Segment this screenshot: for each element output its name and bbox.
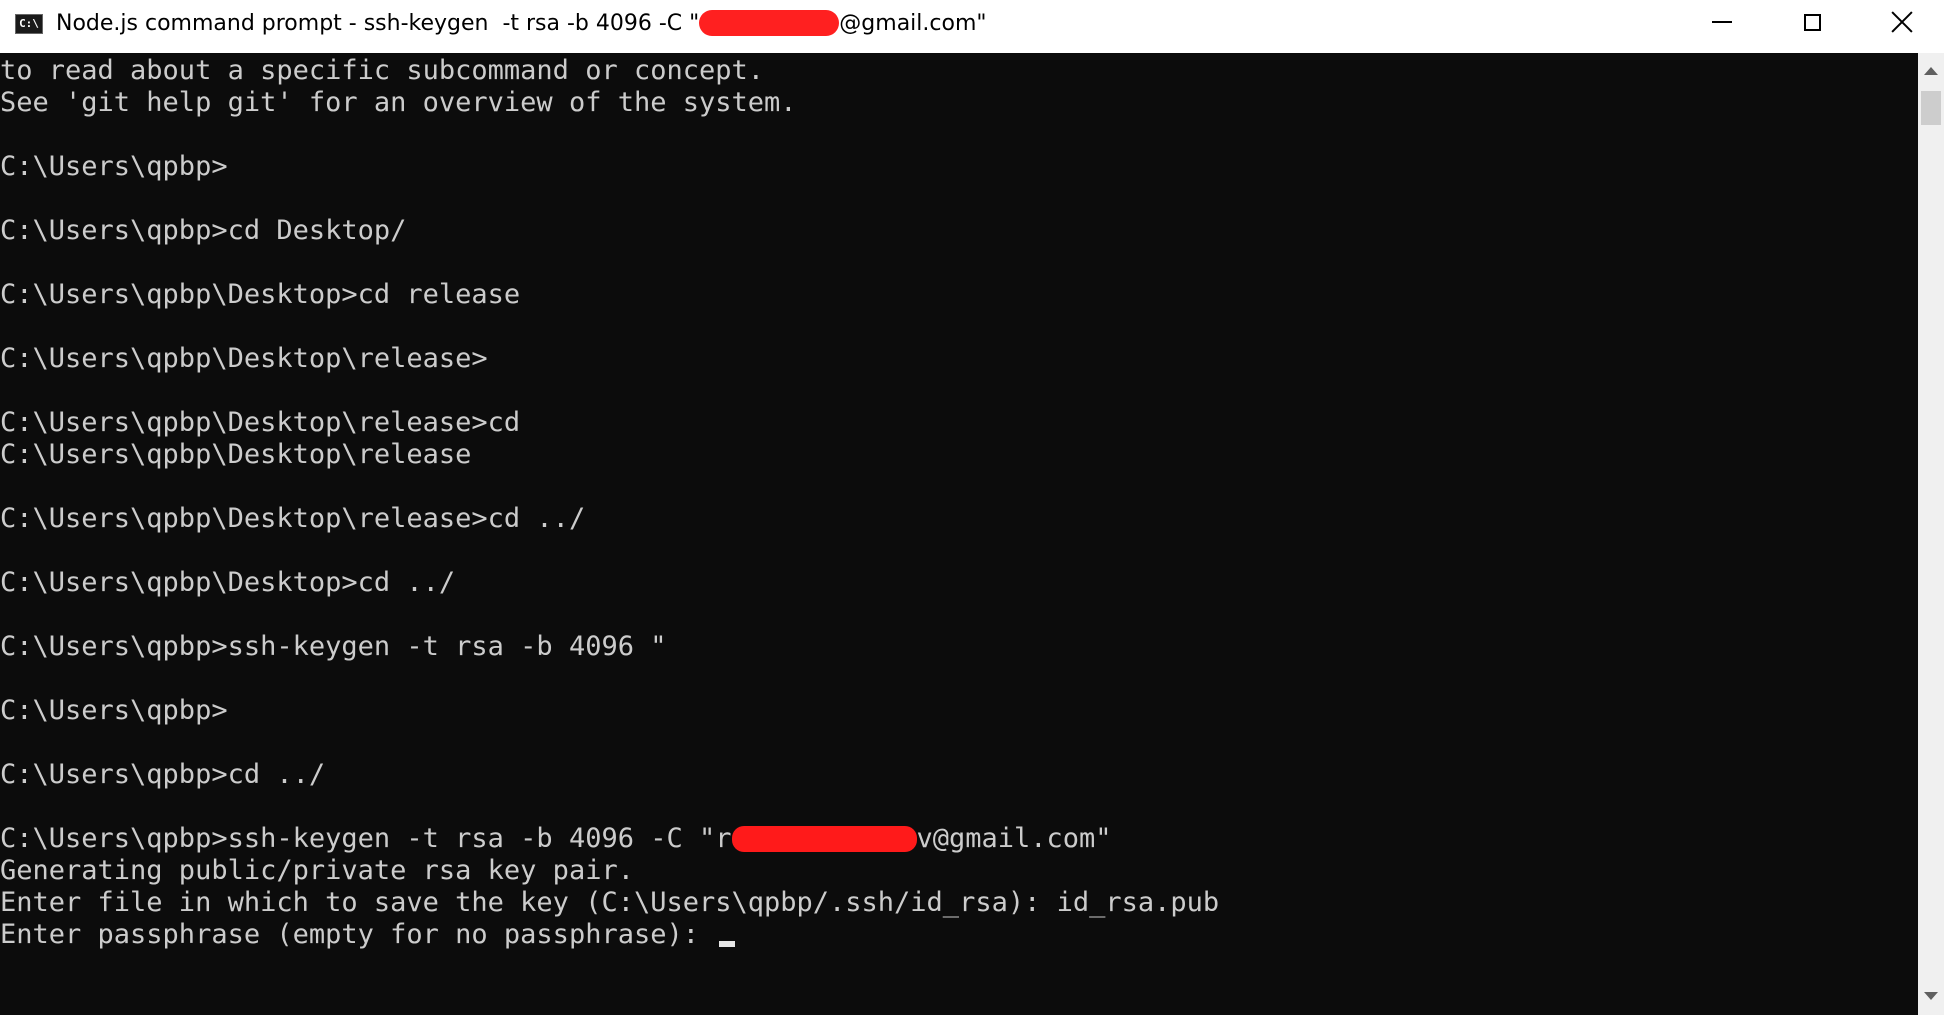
console-line: C:\Users\qpbp\Desktop>cd ../ <box>0 567 456 598</box>
arrow-down-icon <box>1924 992 1938 1000</box>
arrow-up-icon <box>1924 67 1938 75</box>
title-bar[interactable]: C:\ Node.js command prompt - ssh-keygen … <box>0 0 1944 53</box>
keygen-command-suffix: v@gmail.com" <box>916 823 1112 854</box>
console-line: C:\Users\qpbp\Desktop>cd release <box>0 279 521 310</box>
console-line: See 'git help git' for an overview of th… <box>0 87 797 118</box>
passphrase-prompt-line[interactable]: Enter passphrase (empty for no passphras… <box>0 919 736 951</box>
console-line: C:\Users\qpbp\Desktop\release> <box>0 343 488 374</box>
vertical-scrollbar[interactable] <box>1918 53 1944 1015</box>
minimize-button[interactable] <box>1677 0 1767 44</box>
close-icon <box>1891 11 1913 33</box>
console-line: C:\Users\qpbp\Desktop\release>cd ../ <box>0 503 586 534</box>
console-line-keygen: C:\Users\qpbp>ssh-keygen -t rsa -b 4096 … <box>0 823 1112 855</box>
console-line: to read about a specific subcommand or c… <box>0 55 765 86</box>
maximize-button[interactable] <box>1767 0 1857 44</box>
console-line: C:\Users\qpbp> <box>0 151 228 182</box>
console-line: C:\Users\qpbp> <box>0 695 228 726</box>
window-title-suffix: @gmail.com" <box>839 11 987 36</box>
console-line: C:\Users\qpbp\Desktop\release>cd <box>0 407 521 438</box>
console-line: Generating public/private rsa key pair. <box>0 855 634 886</box>
console-line: C:\Users\qpbp>cd Desktop/ <box>0 215 407 246</box>
maximize-icon <box>1803 13 1821 31</box>
console-line: Enter file in which to save the key (C:\… <box>0 887 1220 918</box>
scroll-up-button[interactable] <box>1918 58 1944 84</box>
command-prompt-icon[interactable]: C:\ <box>15 14 43 34</box>
window-title: Node.js command prompt - ssh-keygen -t r… <box>56 10 987 38</box>
redaction-mark <box>731 826 917 852</box>
console-line: C:\Users\qpbp\Desktop\release <box>0 439 472 470</box>
keygen-command-prefix: C:\Users\qpbp>ssh-keygen -t rsa -b 4096 … <box>0 823 732 854</box>
close-button[interactable] <box>1857 0 1944 44</box>
console-output[interactable]: to read about a specific subcommand or c… <box>0 53 1918 1015</box>
console-line: C:\Users\qpbp>ssh-keygen -t rsa -b 4096 … <box>0 631 667 662</box>
text-cursor <box>719 941 736 947</box>
window-title-prefix: Node.js command prompt - ssh-keygen -t r… <box>56 11 700 36</box>
minimize-icon <box>1712 21 1732 23</box>
scroll-thumb[interactable] <box>1921 91 1941 125</box>
console-window: C:\ Node.js command prompt - ssh-keygen … <box>0 0 1944 1015</box>
console-line: C:\Users\qpbp>cd ../ <box>0 759 326 790</box>
scroll-down-button[interactable] <box>1918 983 1944 1009</box>
passphrase-prompt: Enter passphrase (empty for no passphras… <box>0 919 716 950</box>
redaction-mark <box>699 10 840 36</box>
